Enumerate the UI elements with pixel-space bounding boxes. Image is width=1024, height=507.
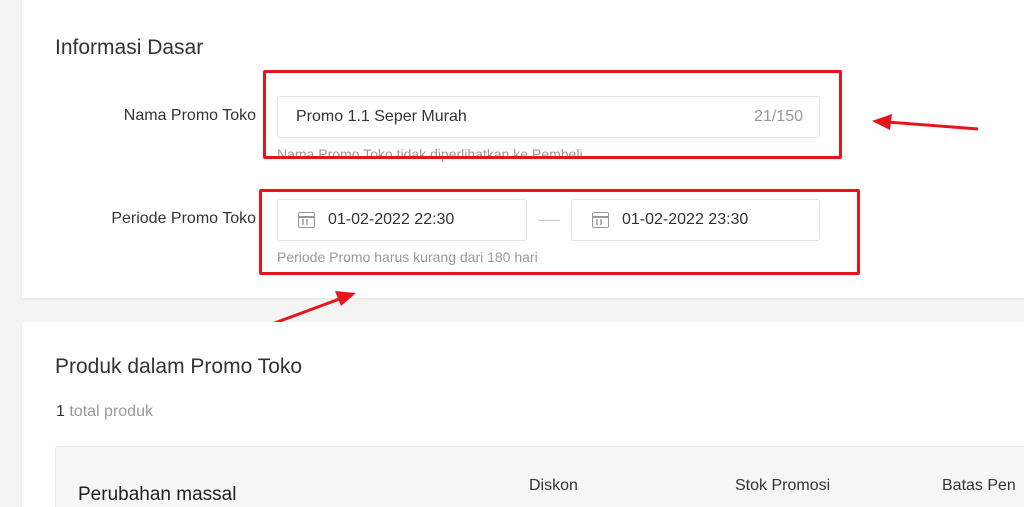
- arrow-icon: [271, 291, 356, 326]
- column-header-discount: Diskon: [529, 477, 578, 494]
- products-title: Produk dalam Promo Toko: [55, 355, 303, 378]
- arrow-icon: [872, 114, 979, 131]
- product-count-number: 1: [56, 403, 65, 420]
- column-header-purchase-limit: Batas Pen: [942, 477, 1016, 494]
- column-header-promo-stock: Stok Promosi: [735, 477, 831, 494]
- product-count-text: total produk: [69, 403, 153, 420]
- product-count: 1 total produk: [56, 403, 153, 421]
- bulk-change-label: Perubahan massal: [78, 484, 237, 505]
